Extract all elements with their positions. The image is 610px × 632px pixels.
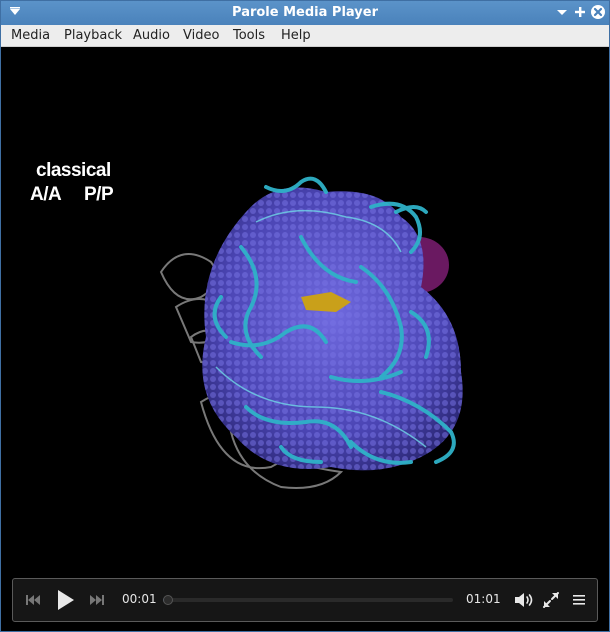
next-icon[interactable]	[85, 588, 109, 612]
elapsed-time: 00:01	[122, 592, 157, 606]
menu-media[interactable]: Media	[9, 28, 52, 43]
volume-icon[interactable]	[511, 588, 535, 612]
seek-bar[interactable]	[163, 595, 453, 605]
play-icon[interactable]	[51, 586, 79, 614]
maximize-icon[interactable]	[572, 4, 588, 20]
menubar: Media Playback Audio Video Tools Help	[1, 25, 609, 47]
window-title: Parole Media Player	[232, 5, 378, 20]
menu-video[interactable]: Video	[181, 28, 221, 43]
minimize-icon[interactable]	[554, 4, 570, 20]
menu-playback[interactable]: Playback	[62, 28, 124, 43]
seek-handle[interactable]	[163, 595, 173, 605]
previous-icon[interactable]	[21, 588, 45, 612]
menu-tools[interactable]: Tools	[231, 28, 267, 43]
playlist-icon[interactable]	[567, 588, 591, 612]
ribosome-structure-image	[159, 176, 463, 489]
video-area[interactable]: classical A/A P/P	[1, 47, 609, 631]
fullscreen-icon[interactable]	[539, 588, 563, 612]
duration-time: 01:01	[466, 592, 501, 606]
menu-audio[interactable]: Audio	[131, 28, 172, 43]
titlebar: Parole Media Player	[1, 1, 609, 25]
media-player-window: Parole Media Player Media Playback Audio…	[0, 0, 610, 632]
menu-help[interactable]: Help	[279, 28, 313, 43]
playback-controls: 00:01 01:01	[12, 578, 598, 622]
close-icon[interactable]	[590, 4, 606, 20]
